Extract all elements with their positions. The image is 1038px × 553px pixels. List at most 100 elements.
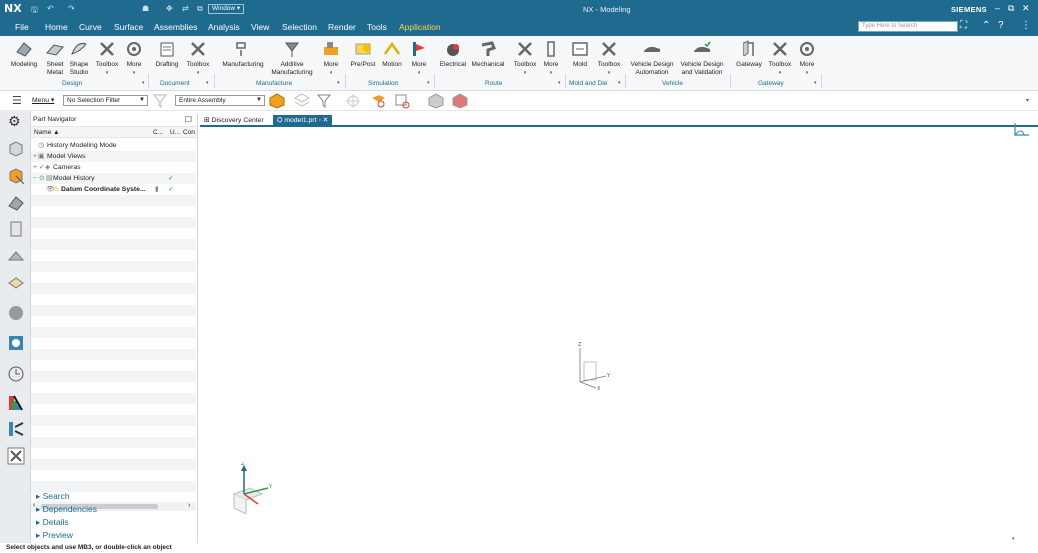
snap-point-icon[interactable] (344, 93, 362, 109)
hd3d-tools-icon[interactable] (6, 246, 26, 266)
menu-application[interactable]: Application (399, 22, 441, 32)
menu-surface[interactable]: Surface (114, 22, 143, 32)
tree-row[interactable]: 👁 ⚠ Datum Coordinate Syste... ▮ ✓ (31, 184, 196, 195)
column-uptodate[interactable]: U... (170, 129, 180, 136)
chevron-down-icon[interactable]: ▾ (618, 80, 621, 86)
render-style-icon[interactable]: ☗ (142, 4, 149, 13)
vehicle-design-validation-button[interactable]: Vehicle Design and Validation (678, 39, 726, 77)
gear-icon[interactable]: ⚙ (8, 113, 21, 130)
point-snap-icon[interactable] (394, 93, 412, 109)
filter-reset-icon[interactable] (152, 93, 170, 109)
fullscreen-icon[interactable]: ⛶ (960, 20, 967, 31)
save-icon[interactable]: 🖫 (31, 4, 38, 18)
reuse-library-icon[interactable] (6, 219, 26, 239)
mold-button[interactable]: Mold (568, 39, 592, 69)
restore-icon[interactable]: ⧉ (1008, 3, 1014, 14)
tree-row[interactable]: − ⊙ ▤ Model History ✓ (31, 173, 196, 184)
mold-toolbox-button[interactable]: Toolbox ▾ (595, 39, 623, 77)
pre-post-button[interactable]: Pre/Post (349, 39, 377, 69)
close-tab-icon[interactable]: ✕ (323, 117, 329, 124)
assembly-navigator-icon[interactable] (6, 139, 26, 159)
undo-icon[interactable]: ↶ (47, 4, 54, 13)
motion-button[interactable]: Motion (379, 39, 405, 69)
search-icon[interactable]: ⌕ (946, 22, 950, 32)
chevron-down-icon[interactable]: ▾ (142, 80, 145, 86)
collapse-ribbon-icon[interactable]: ⌃ (982, 20, 990, 31)
column-current[interactable]: C... (153, 129, 163, 136)
gateway-more-button[interactable]: More ▾ (796, 39, 818, 77)
menu-view[interactable]: View (251, 22, 269, 32)
menu-assemblies[interactable]: Assemblies (154, 22, 197, 32)
command-search-input[interactable]: Type Here to Search (858, 21, 958, 32)
sheet-metal-button[interactable]: Sheet Metal (43, 39, 67, 77)
history-palette-icon[interactable] (6, 303, 26, 323)
wcs-orient-icon[interactable] (369, 93, 387, 109)
column-comment[interactable]: Con (183, 129, 195, 136)
chevron-down-icon[interactable]: ▾ (1012, 536, 1015, 542)
route-more-button[interactable]: More ▾ (540, 39, 562, 77)
window-icon[interactable]: ⧉ (197, 4, 203, 14)
constraint-navigator-icon[interactable] (6, 193, 26, 213)
gateway-toolbox-button[interactable]: Toolbox ▾ (766, 39, 794, 77)
document-toolbox-button[interactable]: Toolbox ▾ (184, 39, 212, 77)
tab-model1[interactable]: ⛭ model1.prt ◦ ✕ (273, 115, 333, 126)
roles-icon[interactable] (6, 393, 26, 413)
expand-icon[interactable]: + (33, 162, 37, 173)
electrical-button[interactable]: Electrical (438, 39, 468, 69)
manufacture-more-button[interactable]: More ▾ (320, 39, 342, 77)
tab-discovery-center[interactable]: ⊞ Discovery Center (200, 115, 268, 126)
design-more-button[interactable]: More ▾ (123, 39, 145, 77)
simulation-more-button[interactable]: More ▾ (408, 39, 430, 77)
selection-filter-select[interactable]: No Selection Filter ▼ (63, 95, 148, 106)
section-details[interactable]: ▸ Details (31, 517, 196, 528)
chevron-down-icon[interactable]: ▾ (814, 80, 817, 86)
chevron-down-icon[interactable]: ▾ (427, 80, 430, 86)
tree-row[interactable]: + ✓ ◈ Cameras (31, 162, 196, 173)
menu-analysis[interactable]: Analysis (208, 22, 240, 32)
chevron-down-icon[interactable]: ▾ (1026, 97, 1029, 104)
minimize-icon[interactable]: ‒ (995, 3, 1000, 13)
web-browser-icon[interactable] (6, 273, 26, 293)
menu-button[interactable]: Menu ▾ (32, 96, 54, 104)
process-studio-icon[interactable] (6, 333, 26, 353)
section-dependencies[interactable]: ▸ Dependencies (31, 504, 196, 515)
menu-curve[interactable]: Curve (79, 22, 102, 32)
window-menu[interactable]: Window ▾ (208, 4, 245, 14)
switch-window-icon[interactable]: ⇄ (182, 4, 189, 13)
close-icon[interactable]: ✕ (1022, 3, 1030, 14)
select-components-icon[interactable] (293, 93, 311, 109)
graphics-window[interactable]: Z Y X Z Y (200, 128, 1010, 543)
system-visualization-icon[interactable] (6, 419, 26, 439)
history-icon[interactable] (6, 364, 26, 384)
chevron-down-icon[interactable]: ▾ (558, 80, 561, 86)
view-orientation-icon[interactable] (1012, 121, 1032, 139)
route-toolbox-button[interactable]: Toolbox ▾ (511, 39, 539, 77)
tools-icon[interactable] (6, 446, 26, 466)
additive-manufacturing-button[interactable]: Additive Manufacturing (268, 39, 316, 77)
mechanical-button[interactable]: Mechanical (470, 39, 506, 69)
render-style-icon[interactable] (451, 93, 469, 109)
modeling-button[interactable]: Modeling (8, 39, 40, 69)
tree-row[interactable]: + ▣ Model Views (31, 151, 196, 162)
vehicle-design-automation-button[interactable]: Vehicle Design Automation (628, 39, 676, 77)
view-cube-icon[interactable] (427, 93, 445, 109)
menu-file[interactable]: File (15, 22, 29, 32)
redo-icon[interactable]: ↷ (68, 4, 75, 13)
help-icon[interactable]: ? (998, 20, 1004, 31)
shape-studio-button[interactable]: Shape Studio (67, 39, 91, 77)
chevron-down-icon[interactable]: ▾ (337, 80, 340, 86)
manufacturing-button[interactable]: Manufacturing (219, 39, 267, 69)
menu-render[interactable]: Render (328, 22, 356, 32)
more-options-icon[interactable]: ⋮ (1021, 20, 1031, 31)
section-search[interactable]: ▸ Search (31, 491, 196, 502)
assembly-scope-select[interactable]: Entire Assembly ▼ (175, 95, 265, 106)
tree-row[interactable]: ◷ History Modeling Mode (31, 140, 196, 151)
maximize-panel-icon[interactable]: ☐ (185, 115, 192, 124)
menu-hamburger-icon[interactable]: ☰ (12, 94, 22, 107)
menu-home[interactable]: Home (45, 22, 68, 32)
menu-tools[interactable]: Tools (367, 22, 387, 32)
chevron-down-icon[interactable]: ▾ (206, 80, 209, 86)
datum-csys-triad[interactable]: Z Y X (570, 340, 614, 390)
gateway-button[interactable]: Gateway (734, 39, 764, 69)
collapse-icon[interactable]: − (33, 173, 37, 184)
